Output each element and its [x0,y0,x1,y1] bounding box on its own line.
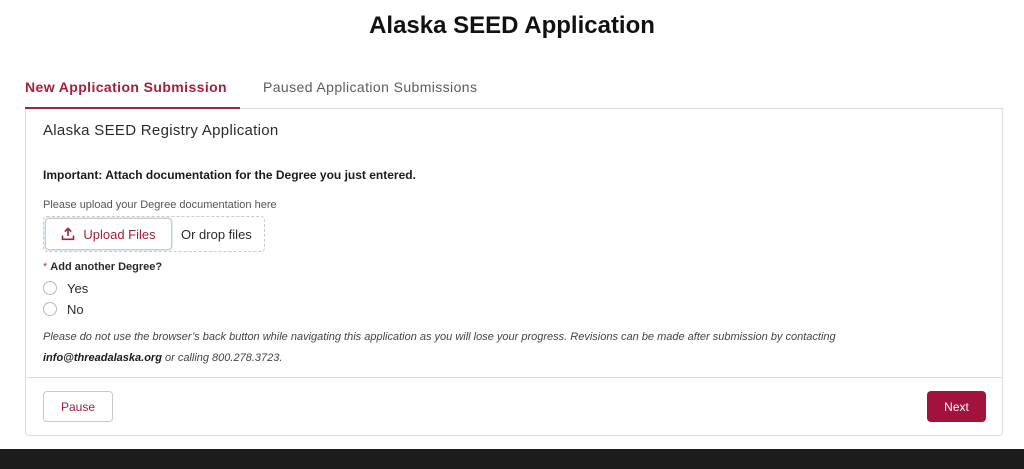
add-degree-question: * Add another Degree? [43,261,162,273]
radio-no[interactable] [43,302,57,316]
form-title: Alaska SEED Registry Application [43,122,279,139]
radio-yes-label: Yes [67,280,89,296]
radio-option-yes[interactable]: Yes [43,279,88,297]
file-dropzone[interactable]: Upload Files Or drop files [43,216,265,252]
pause-button[interactable]: Pause [43,391,113,422]
notice-text-before: Please do not use the browser’s back but… [43,331,836,343]
bottom-bar [0,449,1024,469]
add-degree-label: Add another Degree? [50,261,163,273]
upload-field-label: Please upload your Degree documentation … [43,199,277,211]
radio-yes[interactable] [43,281,57,295]
contact-email: info@threadalaska.org [43,352,162,364]
next-button[interactable]: Next [927,391,986,422]
upload-files-button[interactable]: Upload Files [45,218,172,250]
notice-text-after: or calling 800.278.3723. [161,352,283,364]
page: Alaska SEED Application New Application … [0,0,1024,469]
upload-icon [61,227,75,241]
required-marker: * [43,261,48,273]
drop-files-text: Or drop files [181,227,252,242]
navigation-warning: Please do not use the browser’s back but… [43,327,943,369]
radio-option-no[interactable]: No [43,300,84,318]
application-form-card: Alaska SEED Registry Application Importa… [25,109,1003,436]
form-footer: Pause Next [26,377,1002,436]
radio-no-label: No [67,301,84,317]
upload-files-label: Upload Files [83,226,156,242]
page-title: Alaska SEED Application [369,12,655,39]
tab-bar: New Application Submission Paused Applic… [25,70,1003,109]
important-notice: Important: Attach documentation for the … [43,168,416,182]
tab-paused-applications[interactable]: Paused Application Submissions [263,70,477,107]
tab-new-application[interactable]: New Application Submission [25,70,240,109]
